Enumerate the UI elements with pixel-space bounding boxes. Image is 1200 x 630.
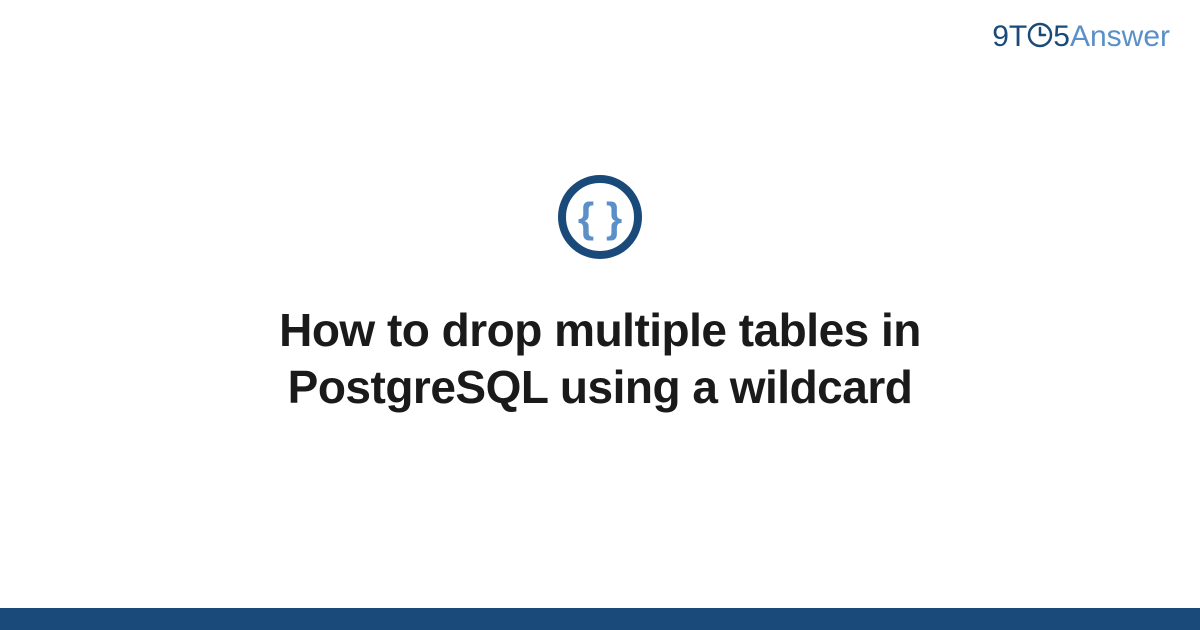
svg-text:{ }: { } <box>578 194 622 241</box>
footer-bar <box>0 608 1200 630</box>
page-title: How to drop multiple tables in PostgreSQ… <box>150 302 1050 417</box>
code-braces-icon: { } <box>555 172 645 267</box>
main-content: { } How to drop multiple tables in Postg… <box>0 0 1200 608</box>
